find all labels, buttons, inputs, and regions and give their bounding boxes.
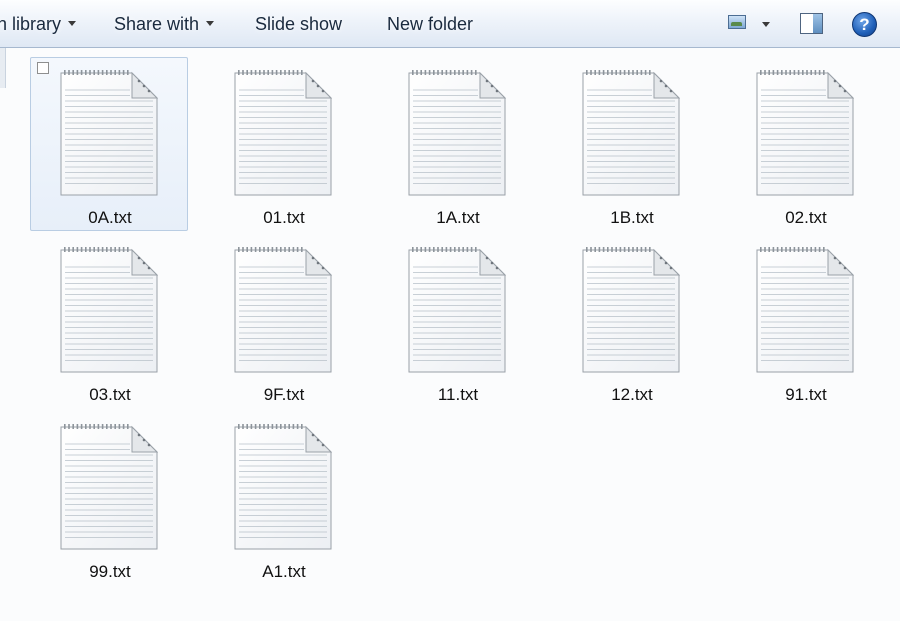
include-in-library-label: n library <box>0 14 62 34</box>
file-item[interactable]: 03.txt <box>30 234 188 408</box>
text-document-icon <box>408 247 506 373</box>
file-item[interactable]: 9F.txt <box>204 234 362 408</box>
help-glyph: ? <box>859 15 870 34</box>
change-view-button[interactable] <box>726 12 776 36</box>
text-document-icon <box>234 70 332 196</box>
file-item[interactable]: 11.txt <box>378 234 536 408</box>
chevron-down-icon <box>68 20 77 26</box>
file-name: 1B.txt <box>610 208 654 227</box>
include-in-library-button[interactable]: n library <box>0 12 77 36</box>
new-folder-label: New folder <box>387 14 474 34</box>
file-name: 12.txt <box>611 385 653 404</box>
command-bar: n library Share with Slide show New fold… <box>0 0 900 48</box>
file-item[interactable]: 12.txt <box>552 234 710 408</box>
file-item[interactable]: 02.txt <box>726 57 884 231</box>
file-name: 91.txt <box>785 385 827 404</box>
text-document-icon <box>756 70 854 196</box>
text-document-icon <box>408 70 506 196</box>
file-name: A1.txt <box>262 562 306 581</box>
chevron-down-icon[interactable] <box>762 22 770 27</box>
new-folder-button[interactable]: New folder <box>387 12 473 36</box>
file-name: 1A.txt <box>436 208 480 227</box>
slide-show-button[interactable]: Slide show <box>255 12 342 36</box>
file-item[interactable]: A1.txt <box>204 411 362 585</box>
file-item[interactable]: 99.txt <box>30 411 188 585</box>
file-name: 03.txt <box>89 385 131 404</box>
text-document-icon <box>582 247 680 373</box>
file-name: 11.txt <box>437 385 479 404</box>
text-document-icon <box>60 424 158 550</box>
share-with-button[interactable]: Share with <box>114 12 215 36</box>
change-view-icon <box>728 15 746 29</box>
file-name: 99.txt <box>89 562 131 581</box>
text-document-icon <box>60 247 158 373</box>
text-document-icon <box>582 70 680 196</box>
file-name: 9F.txt <box>263 385 305 404</box>
file-item[interactable]: 01.txt <box>204 57 362 231</box>
file-item[interactable]: 1B.txt <box>552 57 710 231</box>
text-document-icon <box>234 247 332 373</box>
file-item[interactable]: 1A.txt <box>378 57 536 231</box>
file-name: 0A.txt <box>88 208 132 227</box>
text-document-icon <box>234 424 332 550</box>
share-with-label: Share with <box>114 14 200 34</box>
file-name: 01.txt <box>263 208 305 227</box>
file-item[interactable]: 0A.txt <box>30 57 188 231</box>
preview-pane-icon[interactable] <box>800 13 823 34</box>
text-document-icon <box>756 247 854 373</box>
navigation-pane-edge <box>0 48 6 88</box>
help-icon[interactable]: ? <box>852 12 877 37</box>
text-document-icon <box>60 70 158 196</box>
slide-show-label: Slide show <box>255 14 343 34</box>
item-checkbox[interactable] <box>37 62 49 74</box>
chevron-down-icon <box>206 20 215 26</box>
file-item[interactable]: 91.txt <box>726 234 884 408</box>
file-name: 02.txt <box>785 208 827 227</box>
